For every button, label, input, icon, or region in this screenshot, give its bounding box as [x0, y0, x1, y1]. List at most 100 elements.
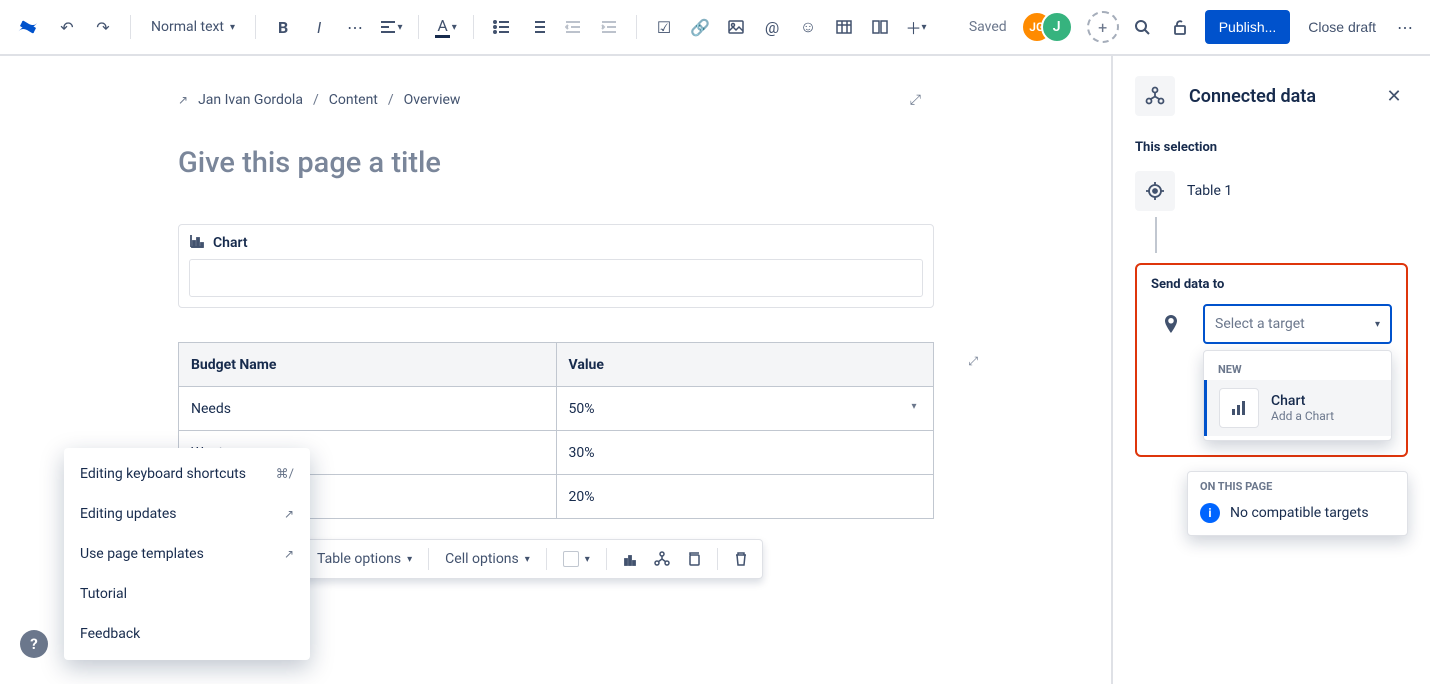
- breadcrumb: ↗ Jan Ivan Gordola / Content / Overview …: [178, 84, 1111, 116]
- no-targets-text: No compatible targets: [1230, 505, 1369, 521]
- help-menu-tutorial[interactable]: Tutorial: [64, 574, 310, 614]
- copy-table-icon[interactable]: [679, 544, 709, 574]
- table-wide-toggle-icon[interactable]: ⤢: [968, 354, 978, 369]
- insert-plus-icon[interactable]: ＋▾: [899, 10, 933, 44]
- chart-macro-icon: [189, 233, 205, 253]
- table-options-dropdown[interactable]: Table options ▾: [309, 544, 420, 574]
- target-dropdown-list: NEW Chart Add a Chart: [1203, 350, 1392, 441]
- table-cell[interactable]: 50% ▾: [556, 387, 934, 431]
- cell-value: 50%: [569, 401, 595, 417]
- dropdown-section-label: NEW: [1204, 359, 1391, 380]
- link-icon[interactable]: 🔗: [683, 10, 717, 44]
- table-options-label: Table options: [317, 551, 401, 567]
- help-menu-label: Editing updates: [80, 506, 177, 522]
- select-target-placeholder: Select a target: [1215, 316, 1305, 332]
- more-actions-icon[interactable]: ⋯: [1388, 10, 1422, 44]
- target-crosshair-icon: [1135, 171, 1175, 211]
- dropdown-item-chart[interactable]: Chart Add a Chart: [1204, 380, 1391, 436]
- table-floating-toolbar: Table options ▾ Cell options ▾ ▾: [302, 539, 763, 579]
- external-link-icon: ↗: [284, 507, 294, 521]
- chart-macro-block[interactable]: Chart: [178, 224, 934, 308]
- chart-slot[interactable]: [189, 259, 923, 297]
- text-color-icon[interactable]: A▾: [429, 10, 463, 44]
- pin-location-icon: [1151, 304, 1191, 344]
- info-icon: i: [1200, 503, 1220, 523]
- restrictions-unlocked-icon[interactable]: [1163, 10, 1197, 44]
- expand-canvas-icon[interactable]: ⤢: [910, 92, 921, 108]
- image-icon[interactable]: [719, 10, 753, 44]
- action-item-icon[interactable]: ☑: [647, 10, 681, 44]
- search-icon[interactable]: [1125, 10, 1159, 44]
- external-link-icon: ↗: [284, 547, 294, 561]
- connection-stem: [1155, 217, 1157, 253]
- table-header[interactable]: Budget Name: [179, 343, 557, 387]
- close-draft-button[interactable]: Close draft: [1298, 10, 1386, 44]
- table-header[interactable]: Value: [556, 343, 934, 387]
- editor-area: ↗ Jan Ivan Gordola / Content / Overview …: [0, 56, 1113, 684]
- table-cell[interactable]: 30%: [556, 431, 934, 475]
- italic-icon[interactable]: I: [302, 10, 336, 44]
- help-menu-shortcuts[interactable]: Editing keyboard shortcuts ⌘/: [64, 454, 310, 494]
- mention-icon[interactable]: @: [755, 10, 789, 44]
- invite-add-icon[interactable]: +: [1087, 11, 1119, 43]
- chart-macro-label: Chart: [213, 235, 248, 251]
- select-target-dropdown[interactable]: Select a target ▾: [1203, 304, 1392, 344]
- table-cell[interactable]: 20%: [556, 475, 934, 519]
- dropdown-item-title: Chart: [1271, 393, 1334, 409]
- move-page-icon[interactable]: ↗: [178, 93, 188, 107]
- layouts-icon[interactable]: [863, 10, 897, 44]
- chevron-down-icon: ▾: [1375, 319, 1380, 330]
- bullet-list-icon[interactable]: [484, 10, 518, 44]
- delete-table-icon[interactable]: [726, 544, 756, 574]
- text-style-dropdown[interactable]: Normal text ▾: [141, 10, 245, 44]
- table-chart-icon[interactable]: [615, 544, 645, 574]
- help-menu-feedback[interactable]: Feedback: [64, 614, 310, 654]
- bar-chart-icon: [1219, 388, 1259, 428]
- help-menu-label: Use page templates: [80, 546, 204, 562]
- more-format-icon[interactable]: ⋯: [338, 10, 372, 44]
- breadcrumb-overview[interactable]: Overview: [404, 92, 461, 108]
- connected-data-icon[interactable]: [647, 544, 677, 574]
- selected-source[interactable]: Table 1: [1135, 171, 1408, 211]
- confluence-logo-icon: [8, 15, 48, 39]
- avatar[interactable]: J: [1041, 11, 1073, 43]
- help-menu-label: Tutorial: [80, 586, 127, 602]
- breadcrumb-content[interactable]: Content: [329, 92, 378, 108]
- text-style-label: Normal text: [151, 19, 224, 35]
- breadcrumb-user[interactable]: Jan Ivan Gordola: [198, 92, 303, 108]
- table-row[interactable]: Needs 50% ▾: [179, 387, 934, 431]
- cell-options-label: Cell options: [445, 551, 519, 567]
- cell-dropdown-icon[interactable]: ▾: [903, 395, 925, 417]
- on-this-page-section: ON THIS PAGE i No compatible targets: [1187, 471, 1408, 536]
- connected-data-panel: Connected data ✕ This selection Table 1 …: [1113, 56, 1430, 684]
- avatar-stack: JG J: [1021, 11, 1079, 43]
- page-title-input[interactable]: Give this page a title: [178, 146, 1111, 180]
- help-fab-icon[interactable]: ?: [20, 630, 48, 658]
- top-toolbar: ↶ ↷ Normal text ▾ B I ⋯ ▾ A▾ ☑ 🔗 @ ☺ ＋▾ …: [0, 0, 1430, 56]
- this-selection-heading: This selection: [1135, 140, 1408, 155]
- help-menu-label: Editing keyboard shortcuts: [80, 466, 246, 482]
- close-icon[interactable]: ✕: [1380, 82, 1408, 110]
- help-menu-label: Feedback: [80, 626, 140, 642]
- chevron-down-icon: ▾: [230, 22, 235, 33]
- breadcrumb-separator: /: [313, 92, 319, 108]
- cell-options-dropdown[interactable]: Cell options ▾: [437, 544, 538, 574]
- indent-icon[interactable]: [592, 10, 626, 44]
- alignment-icon[interactable]: ▾: [374, 10, 408, 44]
- table-icon[interactable]: [827, 10, 861, 44]
- undo-icon[interactable]: ↶: [50, 10, 84, 44]
- outdent-icon[interactable]: [556, 10, 590, 44]
- help-menu-templates[interactable]: Use page templates ↗: [64, 534, 310, 574]
- emoji-icon[interactable]: ☺: [791, 10, 825, 44]
- help-menu-updates[interactable]: Editing updates ↗: [64, 494, 310, 534]
- cell-background-dropdown[interactable]: ▾: [555, 544, 598, 574]
- publish-button[interactable]: Publish...: [1205, 10, 1291, 44]
- panel-title: Connected data: [1189, 86, 1316, 107]
- send-data-section: Send data to Select a target ▾ NEW C: [1135, 263, 1408, 457]
- breadcrumb-separator: /: [388, 92, 394, 108]
- redo-icon[interactable]: ↷: [86, 10, 120, 44]
- bold-icon[interactable]: B: [266, 10, 300, 44]
- table-cell[interactable]: Needs: [179, 387, 557, 431]
- help-menu: Editing keyboard shortcuts ⌘/ Editing up…: [64, 448, 310, 660]
- numbered-list-icon[interactable]: [520, 10, 554, 44]
